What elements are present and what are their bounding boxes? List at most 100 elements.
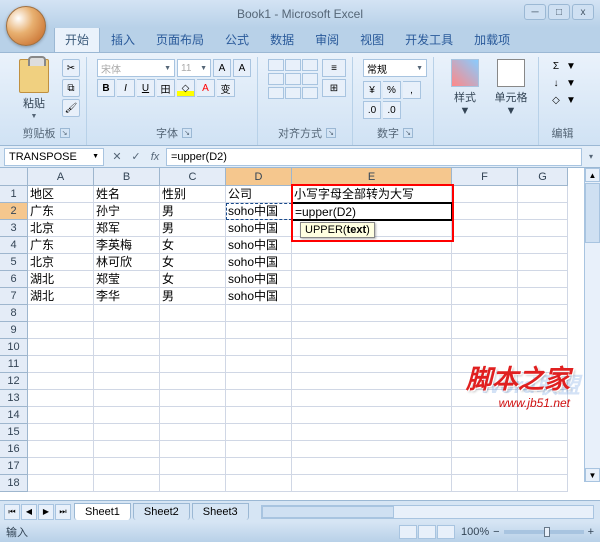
cell[interactable] xyxy=(160,339,226,356)
cell[interactable]: 北京 xyxy=(28,254,94,271)
col-header-b[interactable]: B xyxy=(94,168,160,186)
zoom-level[interactable]: 100% xyxy=(461,526,489,538)
row-header-14[interactable]: 14 xyxy=(0,407,28,424)
cell[interactable] xyxy=(452,271,518,288)
expand-formula-button[interactable]: ▾ xyxy=(582,152,600,161)
cell[interactable] xyxy=(292,475,452,492)
horizontal-scrollbar[interactable] xyxy=(261,505,594,519)
merge-button[interactable]: ⊞ xyxy=(322,79,346,97)
paste-button[interactable]: 粘贴 ▼ xyxy=(12,59,56,123)
cell[interactable]: 孙宁 xyxy=(94,203,160,220)
row-header-10[interactable]: 10 xyxy=(0,339,28,356)
cell[interactable] xyxy=(160,305,226,322)
col-header-a[interactable]: A xyxy=(28,168,94,186)
cell[interactable] xyxy=(518,237,568,254)
orientation-button[interactable] xyxy=(302,87,318,99)
indent-decrease-button[interactable] xyxy=(268,87,284,99)
cell[interactable] xyxy=(226,407,292,424)
cell[interactable] xyxy=(160,373,226,390)
office-button[interactable] xyxy=(6,6,46,46)
cell[interactable] xyxy=(518,186,568,203)
cell[interactable]: 男 xyxy=(160,288,226,305)
cell[interactable] xyxy=(94,305,160,322)
decrease-decimal-button[interactable]: .0 xyxy=(383,101,401,119)
format-painter-button[interactable]: 🖌 xyxy=(62,99,80,117)
align-right-button[interactable] xyxy=(302,73,318,85)
row-header-16[interactable]: 16 xyxy=(0,441,28,458)
cell[interactable]: 地区 xyxy=(28,186,94,203)
fx-button[interactable]: fx xyxy=(146,148,164,166)
comma-button[interactable]: , xyxy=(403,81,421,99)
cell[interactable] xyxy=(160,390,226,407)
cell[interactable] xyxy=(292,373,452,390)
enter-formula-button[interactable]: ✓ xyxy=(127,148,145,166)
cell[interactable] xyxy=(160,458,226,475)
grid[interactable]: 地区姓名性别公司小写字母全部转为大写广东孙宁男soho中国北京郑军男soho中国… xyxy=(28,186,568,492)
cell[interactable] xyxy=(452,220,518,237)
row-header-11[interactable]: 11 xyxy=(0,356,28,373)
shrink-font-button[interactable]: A xyxy=(233,59,251,77)
row-header-18[interactable]: 18 xyxy=(0,475,28,492)
row-header-9[interactable]: 9 xyxy=(0,322,28,339)
bold-button[interactable]: B xyxy=(97,79,115,97)
cell[interactable]: 湖北 xyxy=(28,271,94,288)
copy-button[interactable]: ⧉ xyxy=(62,79,80,97)
tab-page-layout[interactable]: 页面布局 xyxy=(146,27,214,52)
grow-font-button[interactable]: A xyxy=(213,59,231,77)
cell[interactable] xyxy=(160,424,226,441)
wrap-text-button[interactable]: ≡ xyxy=(322,59,346,77)
cell[interactable]: 女 xyxy=(160,237,226,254)
cell[interactable] xyxy=(452,441,518,458)
cell[interactable]: 小写字母全部转为大写 xyxy=(292,186,452,203)
align-center-button[interactable] xyxy=(285,73,301,85)
cell[interactable] xyxy=(160,475,226,492)
cell[interactable]: 性别 xyxy=(160,186,226,203)
cell[interactable] xyxy=(518,220,568,237)
clear-button[interactable]: ◇▼ xyxy=(549,93,576,107)
tab-formulas[interactable]: 公式 xyxy=(215,27,259,52)
row-header-5[interactable]: 5 xyxy=(0,254,28,271)
row-header-7[interactable]: 7 xyxy=(0,288,28,305)
row-header-4[interactable]: 4 xyxy=(0,237,28,254)
cell[interactable] xyxy=(94,373,160,390)
scroll-thumb[interactable] xyxy=(585,183,600,243)
align-bottom-button[interactable] xyxy=(302,59,318,71)
align-left-button[interactable] xyxy=(268,73,284,85)
scroll-down-button[interactable]: ▼ xyxy=(585,468,600,482)
percent-button[interactable]: % xyxy=(383,81,401,99)
name-box[interactable]: TRANSPOSE▼ xyxy=(4,148,104,166)
cell[interactable]: 郑军 xyxy=(94,220,160,237)
cell[interactable] xyxy=(226,390,292,407)
cell[interactable] xyxy=(292,271,452,288)
tab-review[interactable]: 审阅 xyxy=(305,27,349,52)
row-header-17[interactable]: 17 xyxy=(0,458,28,475)
cell[interactable] xyxy=(226,305,292,322)
autosum-button[interactable]: Σ▼ xyxy=(549,59,576,73)
tab-developer[interactable]: 开发工具 xyxy=(395,27,463,52)
phonetic-button[interactable]: 变 xyxy=(217,79,235,97)
row-header-13[interactable]: 13 xyxy=(0,390,28,407)
cell[interactable] xyxy=(94,407,160,424)
cell[interactable]: soho中国 xyxy=(226,271,292,288)
cell[interactable] xyxy=(28,322,94,339)
cell[interactable] xyxy=(28,305,94,322)
cell[interactable] xyxy=(452,254,518,271)
cell[interactable]: 李英梅 xyxy=(94,237,160,254)
cell[interactable]: 北京 xyxy=(28,220,94,237)
cell[interactable] xyxy=(292,237,452,254)
cell[interactable]: soho中国 xyxy=(226,288,292,305)
cell[interactable] xyxy=(452,203,518,220)
cell[interactable] xyxy=(452,475,518,492)
dialog-launcher-icon[interactable]: ↘ xyxy=(326,128,336,138)
underline-button[interactable]: U xyxy=(137,79,155,97)
tab-view[interactable]: 视图 xyxy=(350,27,394,52)
font-color-button[interactable]: A xyxy=(197,79,215,97)
cell[interactable] xyxy=(226,441,292,458)
col-header-e[interactable]: E xyxy=(292,168,452,186)
row-header-15[interactable]: 15 xyxy=(0,424,28,441)
cell[interactable]: 广东 xyxy=(28,203,94,220)
cell[interactable]: soho中国 xyxy=(226,220,292,237)
prev-sheet-button[interactable]: ◀ xyxy=(21,504,37,520)
cell[interactable] xyxy=(292,441,452,458)
font-size-combo[interactable]: 11▼ xyxy=(177,59,211,77)
